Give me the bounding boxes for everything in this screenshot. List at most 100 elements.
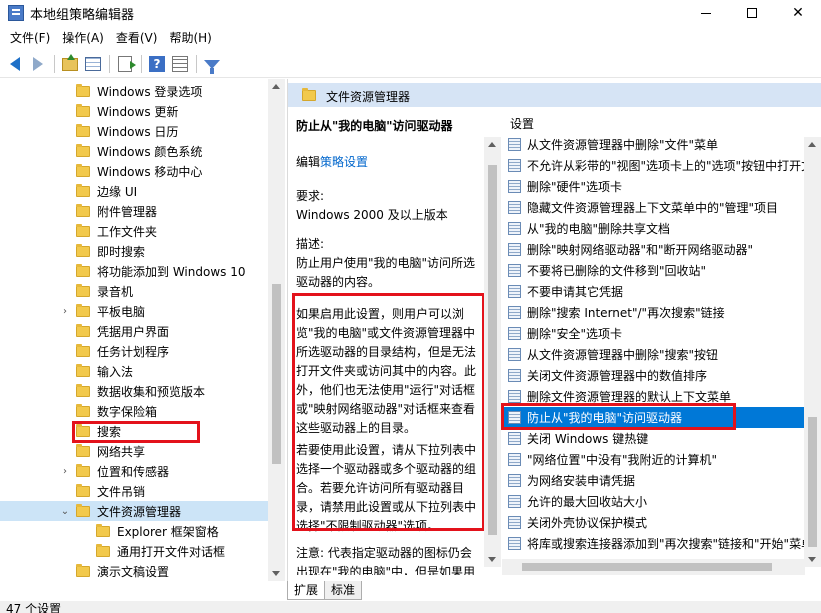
menu-action[interactable]: 操作(A) bbox=[56, 27, 110, 49]
expand-chevron-icon[interactable]: › bbox=[60, 466, 70, 477]
description-value: 防止用户使用"我的电脑"访问所选驱动器的内容。 bbox=[296, 256, 476, 289]
description-scrollbar[interactable] bbox=[484, 137, 501, 567]
tree-scrollbar[interactable] bbox=[268, 79, 285, 581]
tree-item[interactable]: › 平板电脑 bbox=[0, 301, 268, 321]
help-button[interactable]: ? bbox=[146, 53, 168, 75]
setting-row[interactable]: 不允许从彩带的"视图"选项卡上的"选项"按钮中打开文 bbox=[502, 155, 806, 176]
tab-extended[interactable]: 扩展 bbox=[287, 581, 326, 600]
setting-row[interactable]: 为网络安装申请凭据 bbox=[502, 470, 806, 491]
toolbar-separator bbox=[54, 55, 55, 73]
folder-icon bbox=[76, 203, 90, 217]
setting-row[interactable]: 隐藏文件资源管理器上下文菜单中的"管理"项目 bbox=[502, 197, 806, 218]
setting-row[interactable]: 删除"映射网络驱动器"和"断开网络驱动器" bbox=[502, 239, 806, 260]
tree-item[interactable]: 附件管理器 bbox=[0, 201, 268, 221]
folder-icon bbox=[76, 103, 90, 117]
tree-item[interactable]: ⌄ 文件资源管理器 bbox=[0, 501, 268, 521]
menu-file[interactable]: 文件(F) bbox=[4, 27, 56, 49]
tree-item[interactable]: 通用打开文件对话框 bbox=[0, 541, 268, 561]
policy-setting-icon bbox=[508, 243, 521, 256]
description-scrollbar-thumb[interactable] bbox=[488, 165, 497, 535]
tree-item[interactable]: 网络共享 bbox=[0, 441, 268, 461]
menu-view[interactable]: 查看(V) bbox=[110, 27, 164, 49]
settings-scrollbar[interactable] bbox=[804, 137, 821, 567]
setting-row[interactable]: 删除"搜索 Internet"/"再次搜索"链接 bbox=[502, 302, 806, 323]
show-hide-tree-button[interactable] bbox=[82, 53, 104, 75]
tree-item[interactable]: Windows 更新 bbox=[0, 101, 268, 121]
setting-row[interactable]: 关闭 Windows 键热键 bbox=[502, 428, 806, 449]
tree-item[interactable]: 演示文稿设置 bbox=[0, 561, 268, 581]
scroll-up-icon[interactable] bbox=[488, 142, 496, 147]
scroll-up-icon[interactable] bbox=[808, 142, 816, 147]
folder-icon bbox=[76, 303, 90, 317]
scroll-down-icon[interactable] bbox=[272, 571, 280, 576]
setting-row[interactable]: "网络位置"中没有"我附近的计算机" bbox=[502, 449, 806, 470]
tree-item[interactable]: 数字保险箱 bbox=[0, 401, 268, 421]
tree-item[interactable]: Windows 登录选项 bbox=[0, 81, 268, 101]
setting-row[interactable]: 将库或搜索连接器添加到"再次搜索"链接和"开始"菜单 bbox=[502, 533, 806, 554]
scroll-up-icon[interactable] bbox=[272, 84, 280, 89]
tree-item-label: 任务计划程序 bbox=[97, 344, 170, 359]
requirements-label: 要求: bbox=[296, 189, 325, 203]
minimize-button[interactable] bbox=[683, 0, 729, 26]
export-list-button[interactable] bbox=[114, 53, 136, 75]
tree-item[interactable]: 工作文件夹 bbox=[0, 221, 268, 241]
setting-row[interactable]: 从"我的电脑"删除共享文档 bbox=[502, 218, 806, 239]
tree-item-label: 即时搜索 bbox=[97, 244, 146, 259]
tree-item[interactable]: Windows 移动中心 bbox=[0, 161, 268, 181]
tree-item[interactable]: 数据收集和预览版本 bbox=[0, 381, 268, 401]
properties-button[interactable] bbox=[169, 53, 191, 75]
policy-setting-icon bbox=[508, 159, 521, 172]
tree-item[interactable]: 凭据用户界面 bbox=[0, 321, 268, 341]
scroll-down-icon[interactable] bbox=[808, 557, 816, 562]
back-button[interactable] bbox=[4, 53, 26, 75]
policy-setting-icon bbox=[508, 369, 521, 382]
setting-row[interactable]: 关闭外壳协议保护模式 bbox=[502, 512, 806, 533]
up-button[interactable] bbox=[59, 53, 81, 75]
policy-setting-icon bbox=[508, 306, 521, 319]
settings-horizontal-scrollbar[interactable] bbox=[502, 559, 805, 575]
setting-row[interactable]: 从文件资源管理器中删除"搜索"按钮 bbox=[502, 344, 806, 365]
settings-column-header[interactable]: 设置 bbox=[510, 115, 534, 132]
tree-item[interactable]: 边缘 UI bbox=[0, 181, 268, 201]
setting-row[interactable]: 不要将已删除的文件移到"回收站" bbox=[502, 260, 806, 281]
setting-row[interactable]: 删除"硬件"选项卡 bbox=[502, 176, 806, 197]
settings-scrollbar-thumb[interactable] bbox=[808, 417, 817, 547]
tree-item[interactable]: Explorer 框架窗格 bbox=[0, 521, 268, 541]
tree-item[interactable]: 将功能添加到 Windows 10 bbox=[0, 261, 268, 281]
menu-help[interactable]: 帮助(H) bbox=[163, 27, 217, 49]
folder-icon bbox=[76, 503, 90, 517]
toolbar-separator bbox=[109, 55, 110, 73]
tree-item[interactable]: 任务计划程序 bbox=[0, 341, 268, 361]
show-hide-tree-icon bbox=[85, 57, 101, 71]
policy-setting-icon bbox=[508, 138, 521, 151]
filter-button[interactable] bbox=[201, 53, 223, 75]
forward-button[interactable] bbox=[27, 53, 49, 75]
forward-arrow-icon bbox=[33, 57, 43, 71]
tree-item[interactable]: 即时搜索 bbox=[0, 241, 268, 261]
expand-chevron-icon[interactable]: › bbox=[60, 306, 70, 317]
tree-item-label: Explorer 框架窗格 bbox=[117, 524, 219, 539]
scroll-down-icon[interactable] bbox=[488, 557, 496, 562]
tree-scrollbar-thumb[interactable] bbox=[272, 284, 281, 464]
expand-chevron-icon[interactable]: ⌄ bbox=[60, 506, 70, 517]
policy-setting-icon bbox=[508, 453, 521, 466]
tree-item[interactable]: Windows 日历 bbox=[0, 121, 268, 141]
tree-item[interactable]: 文件吊销 bbox=[0, 481, 268, 501]
tab-standard[interactable]: 标准 bbox=[324, 581, 363, 600]
tree-item[interactable]: 输入法 bbox=[0, 361, 268, 381]
setting-row[interactable]: 从文件资源管理器中删除"文件"菜单 bbox=[502, 134, 806, 155]
setting-row[interactable]: 删除"安全"选项卡 bbox=[502, 323, 806, 344]
maximize-button[interactable] bbox=[729, 0, 775, 26]
settings-highlight-box bbox=[501, 403, 736, 430]
setting-row[interactable]: 关闭文件资源管理器中的数值排序 bbox=[502, 365, 806, 386]
tree-item[interactable]: › 位置和传感器 bbox=[0, 461, 268, 481]
edit-policy-link[interactable]: 策略设置 bbox=[320, 155, 368, 169]
setting-row[interactable]: 允许的最大回收站大小 bbox=[502, 491, 806, 512]
close-button[interactable]: ✕ bbox=[775, 0, 821, 26]
folder-icon bbox=[76, 163, 90, 177]
policy-setting-icon bbox=[508, 516, 521, 529]
setting-row[interactable]: 不要申请其它凭据 bbox=[502, 281, 806, 302]
horizontal-scrollbar-thumb[interactable] bbox=[522, 563, 772, 571]
tree-item[interactable]: 录音机 bbox=[0, 281, 268, 301]
tree-item[interactable]: Windows 颜色系统 bbox=[0, 141, 268, 161]
